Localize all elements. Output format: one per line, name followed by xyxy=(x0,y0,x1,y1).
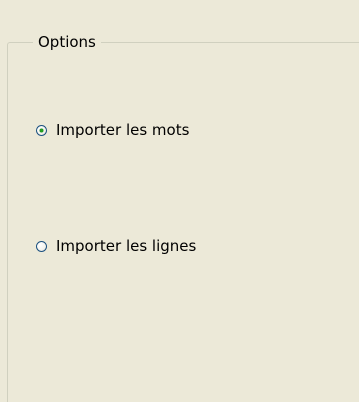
radio-import-words[interactable]: Importer les mots xyxy=(36,120,189,140)
options-groupbox xyxy=(7,42,359,402)
radio-checked-icon[interactable] xyxy=(36,124,47,136)
radio-import-words-label[interactable]: Importer les mots xyxy=(56,120,189,140)
radio-import-lines[interactable]: Importer les lignes xyxy=(36,236,196,256)
groupbox-title: Options xyxy=(33,32,101,52)
radio-import-lines-label[interactable]: Importer les lignes xyxy=(56,236,196,256)
radio-unchecked-icon[interactable] xyxy=(36,240,47,252)
